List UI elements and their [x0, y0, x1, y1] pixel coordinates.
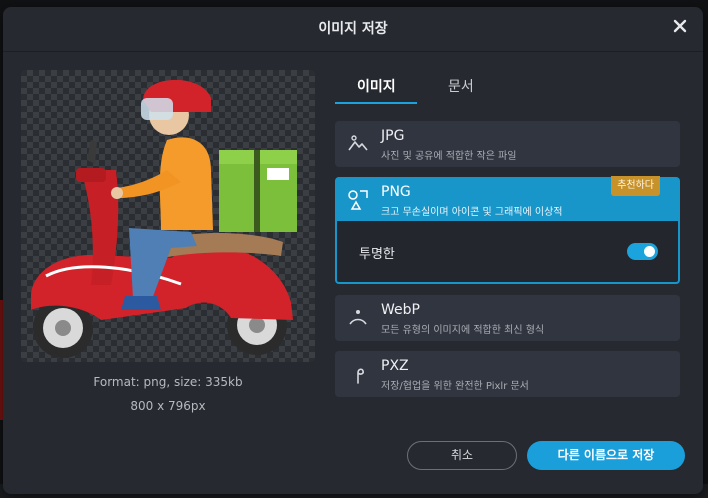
format-description: 사진 및 공유에 적합한 작은 파일: [381, 151, 517, 162]
format-option-pxz[interactable]: PXZ 저장/협업을 위한 완전한 Pixlr 문서: [335, 351, 680, 397]
format-description: 저장/협업을 위한 완전한 Pixlr 문서: [381, 381, 529, 392]
scooter-illustration: [31, 79, 297, 358]
tab-document[interactable]: 문서: [448, 76, 474, 96]
cancel-button[interactable]: 취소: [407, 441, 517, 470]
preview-dimensions: 800 x 796px: [130, 399, 206, 413]
format-description: 모든 유형의 이미지에 적합한 최신 형식: [381, 325, 545, 336]
format-name: WebP: [381, 302, 420, 318]
landscape-icon: [348, 135, 368, 151]
save-tabs: 이미지 문서: [335, 70, 680, 104]
format-option-jpg[interactable]: JPG 사진 및 공유에 적합한 작은 파일: [335, 121, 680, 167]
recommended-badge: 추천하다: [611, 176, 660, 196]
format-option-png[interactable]: PNG 크고 무손실이며 아이콘 및 그래픽에 이상적 추천하다: [335, 176, 680, 221]
shapes-icon: [348, 190, 368, 210]
close-icon[interactable]: [671, 17, 689, 35]
png-options-panel: 투명한: [335, 221, 680, 284]
format-name: PNG: [381, 184, 411, 200]
save-as-button[interactable]: 다른 이름으로 저장: [527, 441, 685, 470]
preview-format-info: Format: png, size: 335kb: [93, 375, 243, 389]
toggle-knob: [644, 246, 655, 257]
dialog-title: 이미지 저장: [318, 21, 388, 37]
format-name: JPG: [381, 128, 405, 144]
transparent-label: 투명한: [359, 247, 395, 262]
pxz-icon: [357, 368, 364, 384]
transparent-toggle[interactable]: [627, 243, 658, 260]
tab-image[interactable]: 이미지: [357, 76, 396, 96]
image-preview: [21, 70, 315, 362]
format-name: PXZ: [381, 358, 409, 374]
active-tab-indicator: [335, 102, 417, 104]
format-option-webp[interactable]: WebP 모든 유형의 이미지에 적합한 최신 형식: [335, 295, 680, 341]
format-description: 크고 무손실이며 아이콘 및 그래픽에 이상적: [381, 207, 563, 218]
dialog-header: 이미지 저장: [3, 7, 703, 52]
webp-icon: [349, 310, 367, 325]
